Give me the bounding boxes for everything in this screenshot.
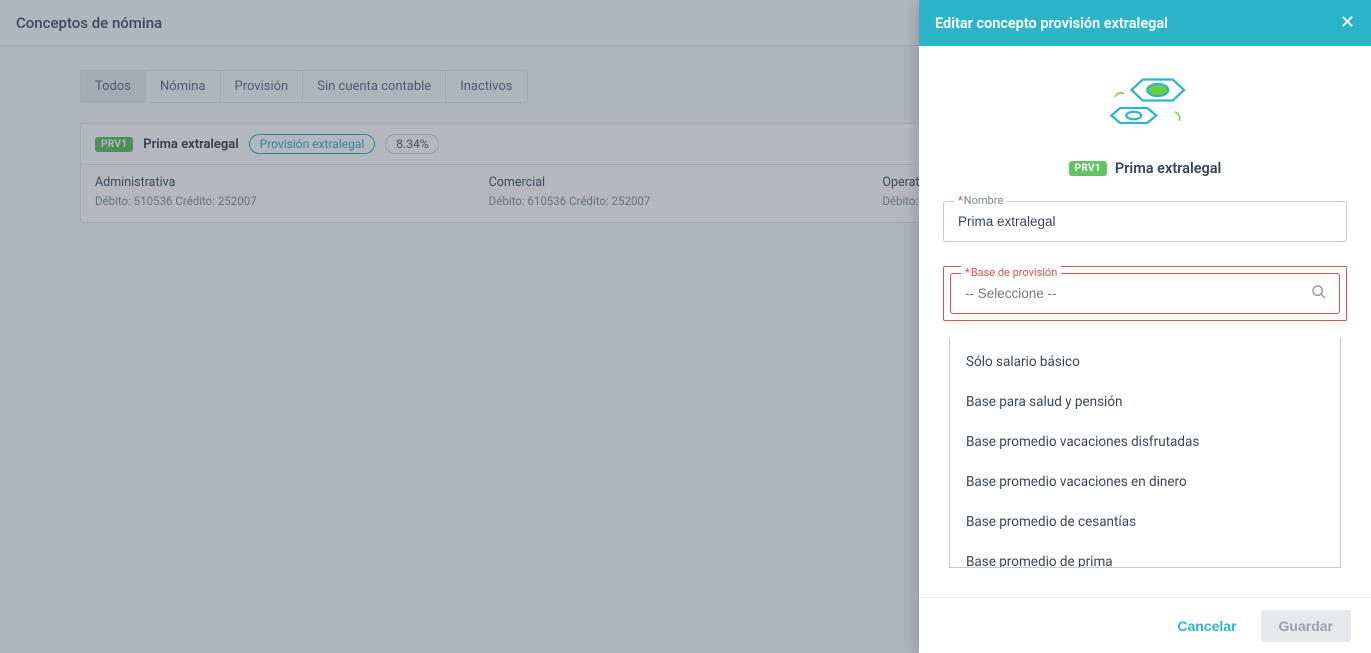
dropdown-option[interactable]: Base promedio de prima <box>950 542 1340 568</box>
base-field-wrap: Base de provisión <box>950 273 1340 314</box>
drawer-body: PRV1 Prima extralegal Nombre Base de pro… <box>919 46 1371 597</box>
drawer-concept-name: Prima extralegal <box>1115 160 1221 177</box>
drawer-illustration <box>943 70 1347 146</box>
base-label: Base de provisión <box>961 266 1061 279</box>
edit-drawer: Editar concepto provisión extralegal ✕ P… <box>919 0 1371 653</box>
name-field-wrap: Nombre <box>943 201 1347 242</box>
drawer-footer: Cancelar Guardar <box>919 597 1371 653</box>
drawer-concept-title-row: PRV1 Prima extralegal <box>943 160 1347 177</box>
dropdown-option[interactable]: Sólo salario básico <box>950 342 1340 382</box>
save-button[interactable]: Guardar <box>1261 610 1351 642</box>
base-select-input[interactable] <box>951 274 1299 313</box>
base-dropdown[interactable]: Sólo salario básico Base para salud y pe… <box>949 338 1341 568</box>
dropdown-option[interactable]: Base promedio de cesantías <box>950 502 1340 542</box>
dropdown-option[interactable]: Base promedio vacaciones en dinero <box>950 462 1340 502</box>
drawer-header: Editar concepto provisión extralegal ✕ <box>919 0 1371 46</box>
name-input[interactable] <box>944 202 1346 241</box>
close-icon[interactable]: ✕ <box>1340 14 1355 32</box>
drawer-title: Editar concepto provisión extralegal <box>935 15 1168 32</box>
dropdown-option[interactable]: Base promedio vacaciones disfrutadas <box>950 422 1340 462</box>
dropdown-option[interactable]: Base para salud y pensión <box>950 382 1340 422</box>
drawer-concept-tag: PRV1 <box>1069 161 1107 176</box>
name-label: Nombre <box>954 194 1007 207</box>
search-icon[interactable] <box>1299 284 1339 304</box>
cancel-button[interactable]: Cancelar <box>1163 610 1250 642</box>
base-error-block: Base de provisión <box>943 266 1347 321</box>
